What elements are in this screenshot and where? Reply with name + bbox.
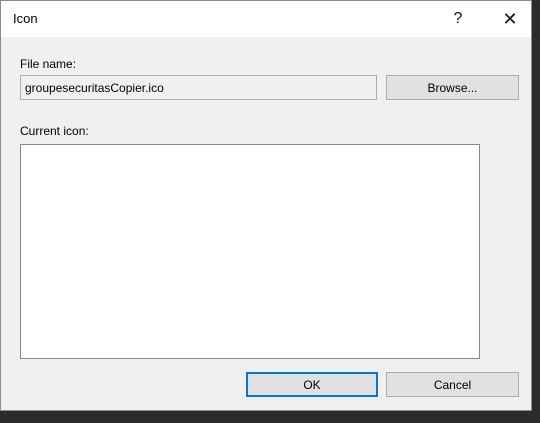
ok-button[interactable]: OK (246, 372, 378, 397)
cancel-button[interactable]: Cancel (386, 372, 519, 397)
title-bar[interactable]: Icon ? ✕ (1, 1, 531, 37)
browse-button[interactable]: Browse... (386, 75, 519, 100)
current-icon-list[interactable] (20, 144, 480, 359)
file-name-label: File name: (20, 57, 77, 71)
current-icon-label: Current icon: (20, 124, 89, 138)
help-icon: ? (453, 10, 463, 27)
dialog-title: Icon (13, 11, 38, 26)
close-button[interactable]: ✕ (487, 1, 531, 37)
icon-dialog: Icon ? ✕ File name: groupesecuritasCopie… (0, 0, 532, 411)
close-icon: ✕ (502, 8, 518, 29)
help-button[interactable]: ? (435, 1, 481, 37)
dialog-body: File name: groupesecuritasCopier.ico Bro… (1, 37, 531, 410)
file-name-field[interactable]: groupesecuritasCopier.ico (20, 75, 377, 100)
